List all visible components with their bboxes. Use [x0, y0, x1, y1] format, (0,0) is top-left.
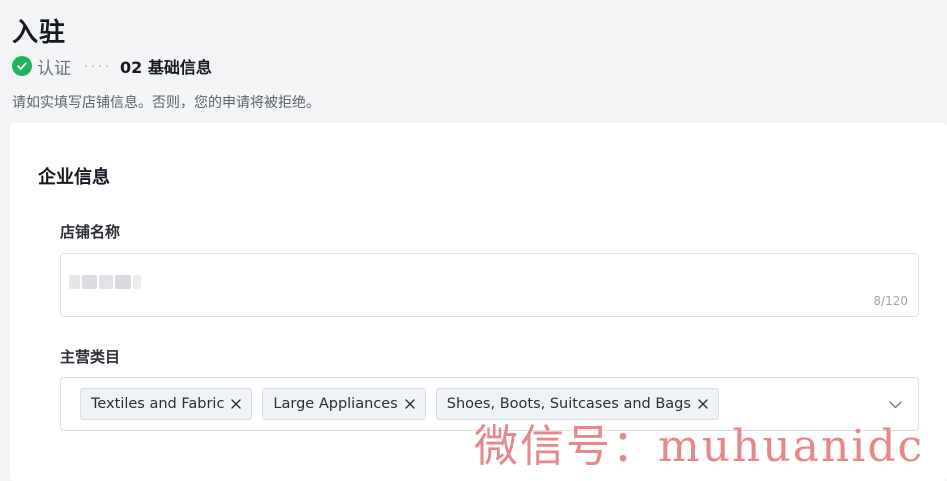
category-tag-label: Textiles and Fabric [91, 396, 225, 412]
close-icon[interactable] [231, 399, 242, 409]
category-tag: Large Appliances [262, 388, 426, 420]
close-icon[interactable] [405, 399, 415, 409]
step-connector-dots [85, 65, 108, 67]
category-tag: Textiles and Fabric [80, 388, 253, 420]
step-completed-label: 认证 [37, 58, 71, 79]
main-category-label: 主营类目 [60, 348, 121, 366]
step-indicator: 认证 02 基础信息 [12, 55, 212, 79]
watermark: 微信号：muhuanidc [474, 421, 925, 472]
onboarding-page: 入驻 认证 02 基础信息 请如实填写店铺信息。否则，您的申请将被拒绝。 企业信… [0, 0, 947, 481]
blurred-store-name [69, 275, 141, 289]
notice-text: 请如实填写店铺信息。否则，您的申请将被拒绝。 [12, 95, 320, 111]
section-title: 企业信息 [38, 167, 110, 188]
check-mark-icon [17, 62, 27, 70]
check-circle-icon [12, 56, 32, 76]
page-title: 入驻 [12, 18, 67, 48]
close-icon[interactable] [698, 399, 708, 409]
category-tag-label: Large Appliances [273, 396, 398, 412]
step-current-label: 02 基础信息 [120, 58, 212, 77]
char-count: 8/120 [873, 294, 908, 308]
store-name-label: 店铺名称 [60, 223, 121, 241]
store-name-input[interactable]: 8/120 [60, 253, 919, 317]
